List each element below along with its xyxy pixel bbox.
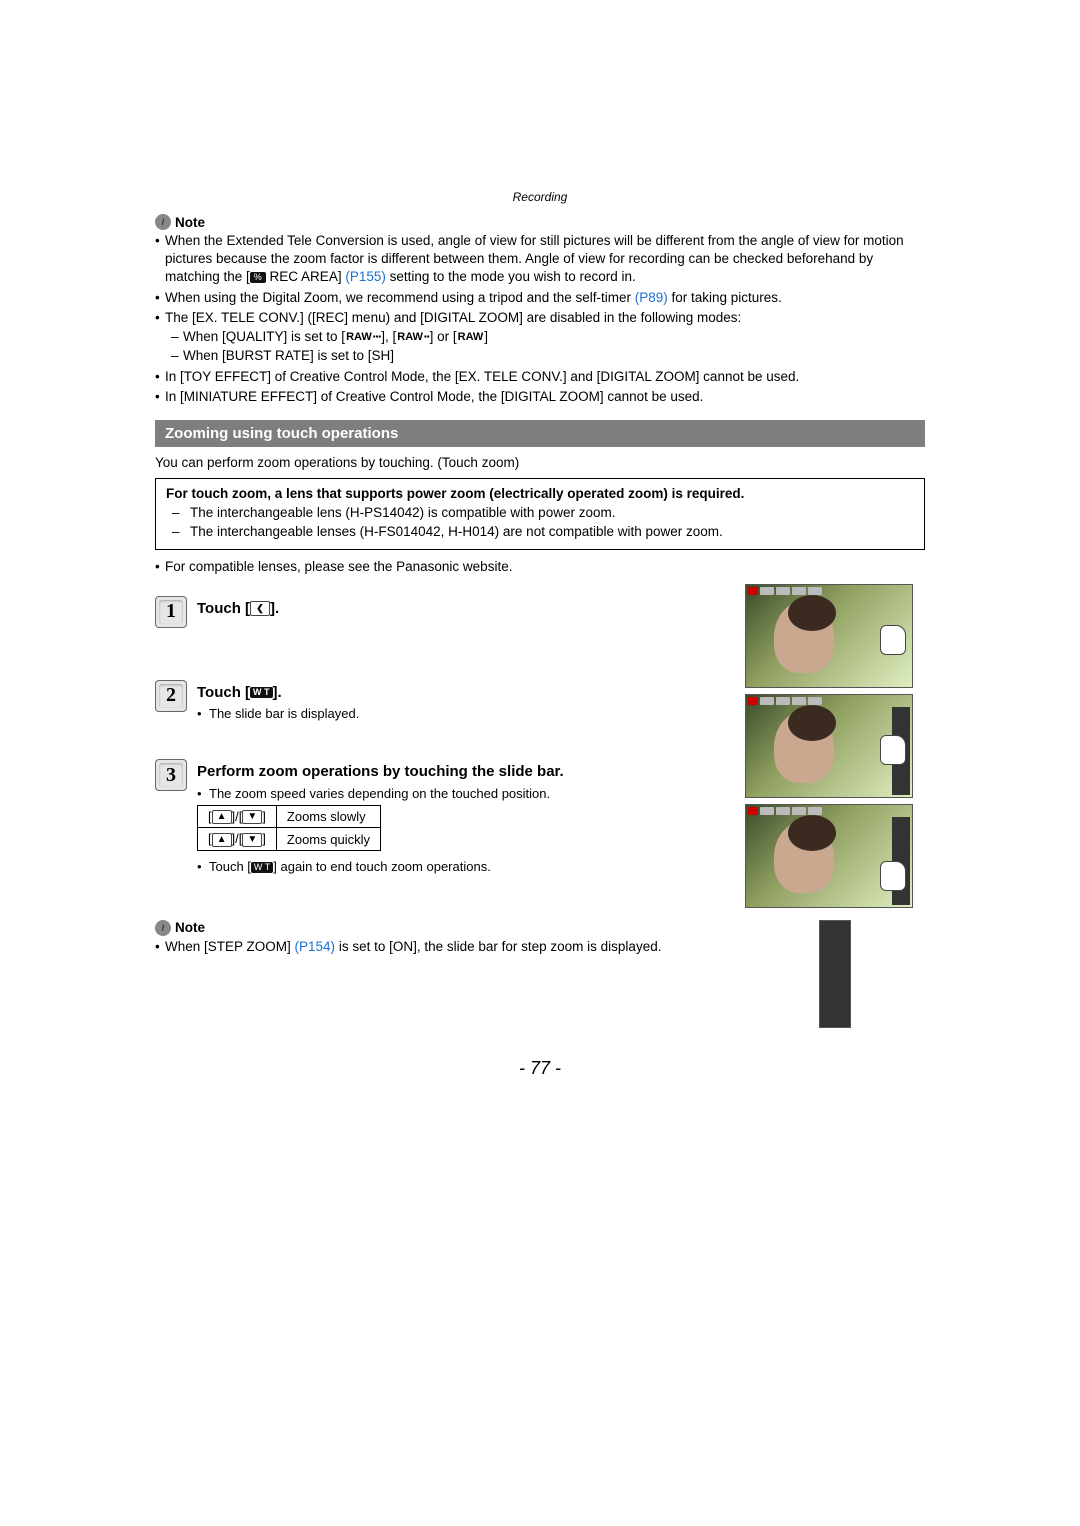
note-heading-2: / Note [155, 920, 727, 936]
table-row: [▲]/[▼] Zooms quickly [198, 828, 381, 851]
box-sub-2: The interchangeable lenses (H-FS014042, … [166, 523, 914, 541]
arrow-down-large-icon: ▼ [242, 833, 262, 847]
after-box-item: For compatible lenses, please see the Pa… [155, 558, 925, 576]
rec-area-icon: % [250, 272, 266, 283]
lens-requirement-box: For touch zoom, a lens that supports pow… [155, 478, 925, 550]
note-label: Note [175, 215, 205, 230]
step-2-title: Touch [W T]. [197, 683, 727, 703]
step-3-number: 3 [155, 759, 187, 791]
note2-item-1: When [STEP ZOOM] (P154) is set to [ON], … [155, 938, 727, 956]
note1-item-3-sub-2: When [BURST RATE] is set to [SH] [165, 347, 925, 365]
arrow-up-small-icon: ▲ [212, 810, 232, 824]
zoom-speed-table: [▲]/[▼] Zooms slowly [▲]/[▼] Zooms quick… [197, 805, 381, 851]
box-line1: For touch zoom, a lens that supports pow… [166, 485, 914, 503]
after-box-list: For compatible lenses, please see the Pa… [155, 558, 925, 576]
cell-fast-text: Zooms quickly [276, 828, 380, 851]
screenshot-step-3 [745, 804, 913, 908]
box-sub-1: The interchangeable lens (H-PS14042) is … [166, 504, 914, 522]
subsection-heading: Zooming using touch operations [155, 420, 925, 447]
screenshot-step-1 [745, 584, 913, 688]
note1-item-1: When the Extended Tele Conversion is use… [155, 232, 925, 287]
raw-icon: RAW [457, 330, 485, 345]
step-3-note: The zoom speed varies depending on the t… [197, 786, 727, 801]
raw-fine-icon: RAW [345, 330, 373, 345]
link-p154[interactable]: (P154) [295, 939, 336, 954]
step-3-title: Perform zoom operations by touching the … [197, 762, 727, 782]
step-3: 3 Perform zoom operations by touching th… [155, 759, 727, 876]
note-1-list: When the Extended Tele Conversion is use… [155, 232, 925, 406]
note1-item-3-sub-1: When [QUALITY] is set to [RAW▪▪▪], [RAW▪… [165, 328, 925, 346]
screenshot-column [745, 584, 925, 914]
step-2-number: 2 [155, 680, 187, 712]
step-1-title: Touch [❮]. [197, 599, 727, 619]
cell-fast-arrows: [▲]/[▼] [198, 828, 277, 851]
screenshot-step-2 [745, 694, 913, 798]
link-p155[interactable]: (P155) [345, 269, 386, 284]
arrow-up-large-icon: ▲ [212, 833, 232, 847]
step-2-note: The slide bar is displayed. [197, 706, 727, 721]
step-2: 2 Touch [W T]. The slide bar is displaye… [155, 680, 727, 724]
touch-zoom-icon-2: W T [251, 862, 273, 873]
note-icon: / [155, 214, 171, 230]
link-p89[interactable]: (P89) [635, 290, 668, 305]
arrow-down-small-icon: ▼ [242, 810, 262, 824]
section-header: Recording [155, 190, 925, 204]
note-2-list: When [STEP ZOOM] (P154) is set to [ON], … [155, 938, 727, 956]
hand-touch-icon [874, 729, 913, 775]
note1-item-4: In [TOY EFFECT] of Creative Control Mode… [155, 368, 925, 386]
touch-zoom-icon: W T [250, 687, 273, 698]
step-3-after: Touch [W T] again to end touch zoom oper… [197, 859, 727, 874]
note-icon: / [155, 920, 171, 936]
note1-item-5: In [MINIATURE EFFECT] of Creative Contro… [155, 388, 925, 406]
manual-page: Recording / Note When the Extended Tele … [155, 190, 925, 1079]
touch-tab-icon: ❮ [250, 601, 270, 616]
hand-touch-icon [874, 619, 913, 665]
touch-zoom-intro: You can perform zoom operations by touch… [155, 455, 925, 470]
step-zoom-slider-illustration [819, 920, 851, 1028]
step-1: 1 Touch [❮]. [155, 596, 727, 628]
cell-slow-text: Zooms slowly [276, 805, 380, 828]
raw-std-icon: RAW [396, 330, 424, 345]
note-heading-1: / Note [155, 214, 925, 230]
hand-touch-icon [874, 855, 913, 901]
note1-item-3: The [EX. TELE CONV.] ([REC] menu) and [D… [155, 309, 925, 366]
note1-item-2: When using the Digital Zoom, we recommen… [155, 289, 925, 307]
table-row: [▲]/[▼] Zooms slowly [198, 805, 381, 828]
page-number: - 77 - [155, 1058, 925, 1079]
step-1-number: 1 [155, 596, 187, 628]
note-label-2: Note [175, 920, 205, 935]
cell-slow-arrows: [▲]/[▼] [198, 805, 277, 828]
